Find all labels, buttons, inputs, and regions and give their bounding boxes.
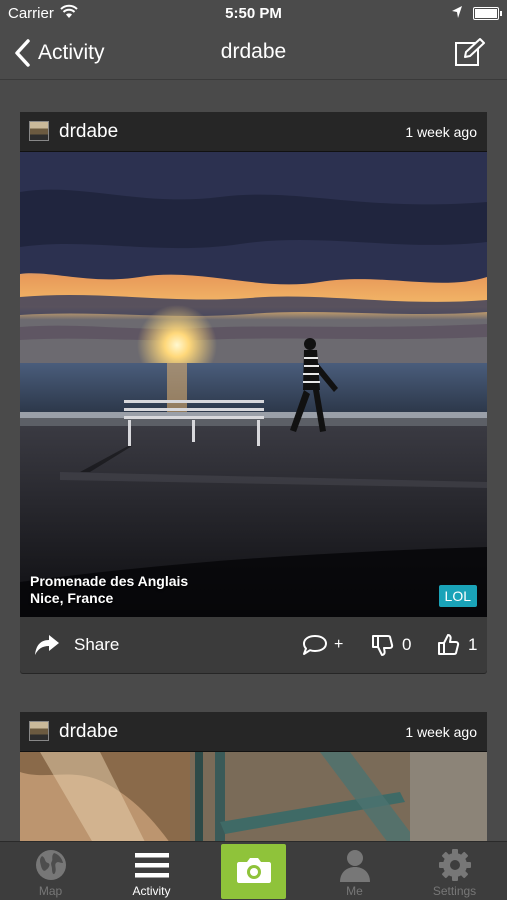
globe-icon — [35, 850, 66, 880]
compose-button[interactable] — [453, 37, 485, 69]
comment-plus: + — [334, 636, 344, 653]
add-comment-button[interactable]: + — [302, 617, 343, 673]
post-card: drdabe 1 week ago — [20, 712, 487, 841]
post-photo[interactable] — [20, 752, 487, 841]
tab-map-label: Map — [38, 884, 63, 898]
post-username[interactable]: drdabe — [59, 121, 118, 143]
tab-activity[interactable]: Activity — [101, 842, 202, 900]
tab-activity-label: Activity — [132, 884, 171, 898]
compose-icon — [455, 38, 485, 66]
post-timestamp: 1 week ago — [405, 724, 477, 740]
share-arrow-icon — [35, 635, 59, 655]
gear-icon — [438, 849, 471, 881]
tab-settings-label: Settings — [432, 884, 477, 898]
caption-place: Promenade des Anglais — [30, 573, 189, 589]
caption-location: Nice, France — [30, 590, 114, 606]
like-button[interactable]: 1 — [436, 617, 477, 673]
list-icon — [134, 853, 169, 878]
status-bar: Carrier 5:50 PM — [0, 0, 507, 28]
tab-bar: Map Activity Me Settings — [0, 841, 507, 900]
person-icon — [339, 850, 370, 882]
comment-bubble-icon — [303, 635, 327, 655]
post-header: drdabe 1 week ago — [20, 712, 487, 752]
post-username[interactable]: drdabe — [59, 721, 118, 743]
post-header: drdabe 1 week ago — [20, 112, 487, 152]
tab-map[interactable]: Map — [0, 842, 101, 900]
post-timestamp: 1 week ago — [405, 124, 477, 140]
tab-me[interactable]: Me — [304, 842, 405, 900]
activity-feed[interactable]: drdabe 1 week ago Promenade des Anglais … — [0, 80, 507, 841]
dislike-button[interactable]: 0 — [370, 617, 411, 673]
mood-tag-badge[interactable]: LOL — [438, 585, 477, 607]
post-actions: Share + 0 1 — [20, 617, 487, 673]
location-arrow-icon — [451, 5, 463, 23]
post-photo[interactable]: Promenade des Anglais Nice, France LOL — [20, 152, 487, 617]
thumbs-down-icon — [372, 635, 394, 656]
clock: 5:50 PM — [225, 5, 282, 22]
share-button[interactable]: Share — [34, 617, 119, 673]
dislike-count: 0 — [402, 635, 412, 654]
tab-camera[interactable] — [221, 844, 286, 899]
avatar[interactable] — [29, 121, 49, 141]
post-card: drdabe 1 week ago — [20, 112, 487, 674]
battery-icon — [473, 7, 502, 20]
share-label: Share — [74, 635, 120, 654]
tab-me-label: Me — [346, 884, 363, 898]
navigation-bar: Activity drdabe — [0, 28, 507, 80]
thumbs-up-icon — [438, 634, 460, 655]
photo-caption: Promenade des Anglais Nice, France — [30, 573, 188, 607]
camera-icon — [236, 858, 271, 883]
tab-settings[interactable]: Settings — [404, 842, 505, 900]
page-title: drdabe — [220, 40, 287, 63]
like-count: 1 — [468, 635, 478, 654]
avatar[interactable] — [29, 721, 49, 741]
